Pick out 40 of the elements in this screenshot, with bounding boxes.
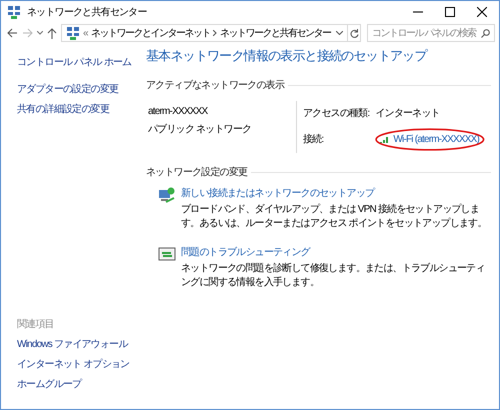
refresh-button[interactable] — [347, 24, 361, 42]
network-type: パブリック ネットワーク — [148, 122, 252, 136]
breadcrumb-item[interactable]: ネットワークと共有センター — [220, 26, 330, 40]
dropdown-caret-icon[interactable] — [336, 31, 344, 35]
network-setup-icon — [158, 186, 176, 202]
task-link[interactable]: 新しい接続またはネットワークのセットアップ — [181, 186, 491, 200]
access-label: アクセスの種類: — [303, 106, 370, 120]
app-icon — [7, 5, 21, 19]
task-link[interactable]: 問題のトラブルシューティング — [181, 244, 491, 260]
related-link[interactable]: ホームグループ — [17, 377, 143, 392]
access-value: インターネット — [375, 106, 441, 120]
connection-label: 接続: — [303, 132, 324, 146]
network-icon — [66, 26, 80, 40]
back-arrow-icon[interactable] — [7, 28, 18, 38]
address-bar[interactable]: « ネットワークとインターネット ネットワークと共有センター — [61, 24, 348, 42]
chevron-right-icon — [212, 30, 217, 36]
related-heading: 関連項目 — [17, 318, 55, 332]
section-title: ネットワーク設定の変更 — [146, 166, 248, 180]
network-name: aterm-XXXXXX — [148, 104, 209, 118]
breadcrumb-item[interactable]: ネットワークとインターネット — [90, 26, 210, 40]
page-heading: 基本ネットワーク情報の表示と接続のセットアップ — [146, 47, 428, 65]
search-field[interactable]: コントロール パネルの検索 — [367, 24, 495, 42]
signal-bars-icon — [380, 136, 390, 142]
sidebar-link[interactable]: コントロール パネル ホーム — [17, 55, 143, 70]
sidebar-link[interactable]: アダプターの設定の変更 — [17, 82, 143, 97]
section-title: アクティブなネットワークの表示 — [146, 78, 284, 92]
related-link[interactable]: インターネット オプション — [17, 357, 143, 372]
task-description: ブロードバンド、ダイヤルアップ、または VPN 接続をセットアップします。あるいは、ルーターまたはアクセス ポイントをセットアップします。 — [181, 202, 488, 230]
breadcrumb-separator: « — [83, 26, 88, 40]
dropdown-caret-icon[interactable] — [37, 31, 43, 35]
sidebar-link[interactable]: 共有の詳細設定の変更 — [17, 102, 143, 117]
maximize-icon[interactable] — [445, 7, 455, 17]
related-link[interactable]: Windows ファイアウォール — [17, 337, 143, 352]
troubleshoot-icon — [158, 246, 176, 262]
window-title: ネットワークと共有センター — [27, 6, 147, 20]
refresh-icon — [350, 28, 359, 38]
close-icon[interactable] — [477, 7, 487, 17]
search-icon[interactable] — [481, 28, 490, 38]
task-description: ネットワークの問題を診断して修復します。または、トラブルシューティングに関する情報を入手します。 — [181, 262, 486, 290]
up-arrow-icon[interactable] — [47, 28, 57, 38]
